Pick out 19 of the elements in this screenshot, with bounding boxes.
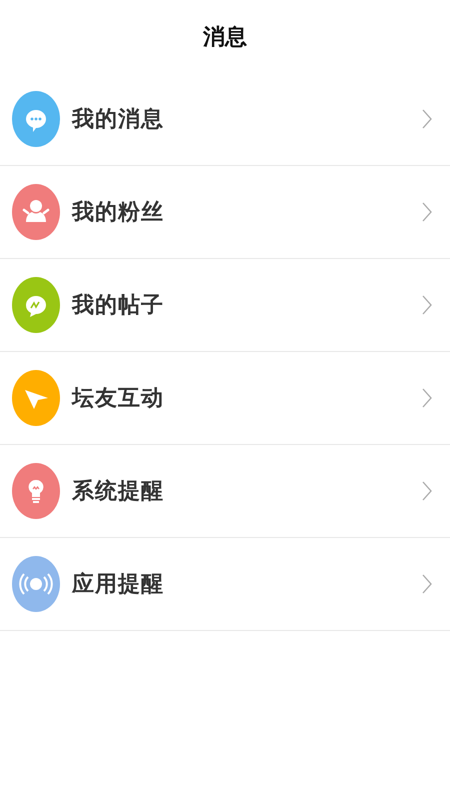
menu-item-label: 我的消息 xyxy=(72,106,165,134)
chevron-right-icon xyxy=(422,295,432,315)
menu-item[interactable]: 系统提醒 xyxy=(0,445,450,538)
menu-item-label: 我的粉丝 xyxy=(72,199,165,227)
menu-item[interactable]: 坛友互动 xyxy=(0,352,450,445)
menu-item-label: 系统提醒 xyxy=(72,478,165,506)
chevron-right-icon xyxy=(422,574,432,594)
menu-item[interactable]: 我的消息 xyxy=(0,73,450,166)
menu-item[interactable]: 我的粉丝 xyxy=(0,166,450,259)
chevron-right-icon xyxy=(422,388,432,408)
menu-item-label: 坛友互动 xyxy=(72,385,165,413)
menu-item-label: 我的帖子 xyxy=(72,292,165,320)
chevron-right-icon xyxy=(422,202,432,222)
menu-item[interactable]: 我的帖子 xyxy=(0,259,450,352)
page-title: 消息 xyxy=(203,24,247,52)
chevron-right-icon xyxy=(422,481,432,501)
menu-item[interactable]: 应用提醒 xyxy=(0,538,450,631)
menu-item-label: 应用提醒 xyxy=(72,570,165,599)
chevron-right-icon xyxy=(422,109,432,129)
